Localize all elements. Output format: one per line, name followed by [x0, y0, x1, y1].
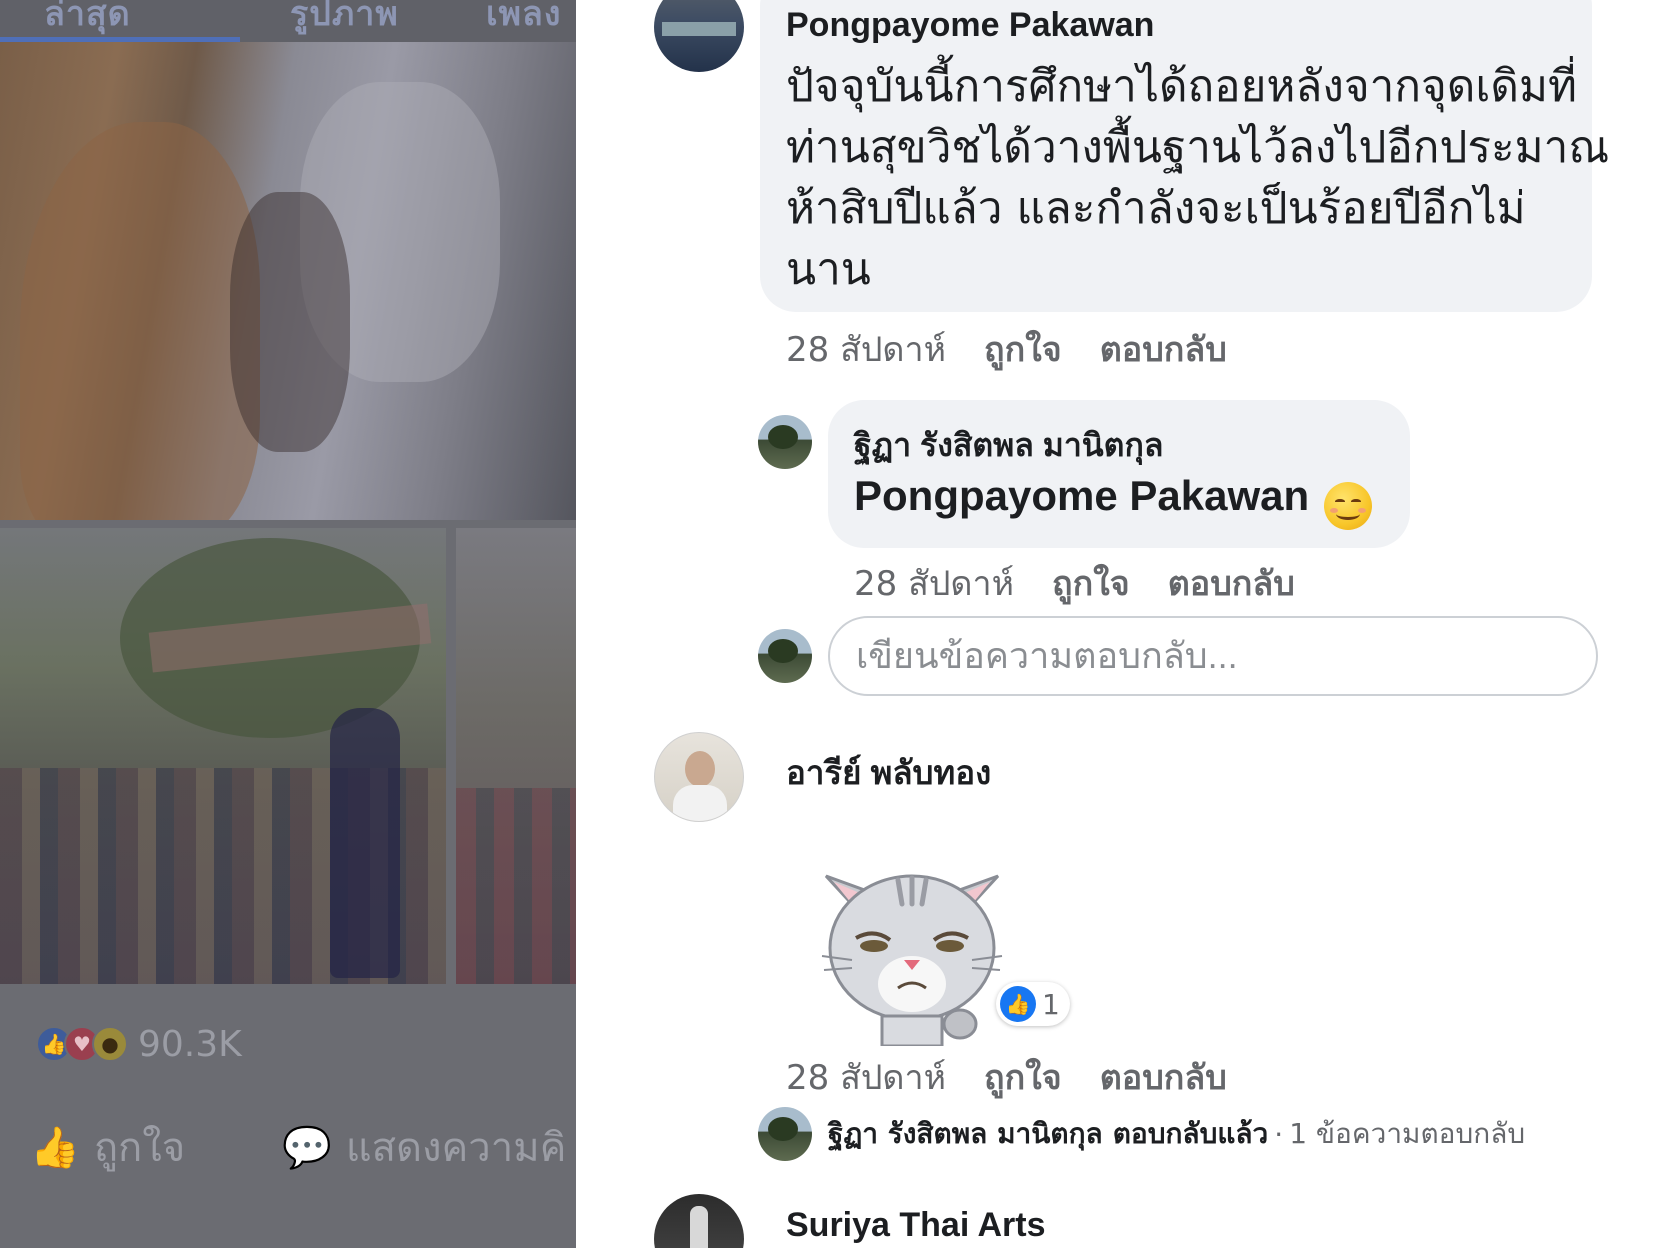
comment-button[interactable]: 💬 แสดงความคิ — [282, 1115, 566, 1179]
comment-timestamp[interactable]: 28 สัปดาห์ — [786, 1050, 946, 1104]
avatar[interactable] — [758, 415, 812, 469]
comment-button-label: แสดงความคิ — [345, 1125, 567, 1171]
post-photo-side[interactable] — [456, 528, 576, 984]
comment-line: ปัจจุบันนี้การศึกษาได้ถอยหลังจากจุดเดิมท… — [786, 61, 1577, 112]
reply-meta: 28 สัปดาห์ ถูกใจ ตอบกลับ — [854, 556, 1295, 610]
wow-icon: ● — [92, 1026, 128, 1062]
comment-meta: 28 สัปดาห์ ถูกใจ ตอบกลับ — [786, 1050, 1227, 1104]
thumbs-up-icon: 👍 — [30, 1124, 80, 1171]
reply-count: 1 ข้อความตอบกลับ — [1289, 1117, 1526, 1150]
like-icon: 👍 — [1000, 986, 1036, 1022]
smiling-face-icon — [1324, 481, 1373, 530]
avatar[interactable] — [654, 732, 744, 822]
reaction-summary[interactable]: 👍 ♥ ● 90.3K — [36, 1023, 242, 1065]
post-media-panel: ล่าสุด รูปภาพ เพลง 👍 ♥ ● 90.3K 👍 ถูกใจ 💬… — [0, 0, 576, 1248]
like-button-label: ถูกใจ — [93, 1125, 186, 1171]
post-photo-crowd[interactable] — [0, 528, 446, 984]
view-replies-link[interactable]: ฐิฏา รังสิตพล มานิตกุล ตอบกลับแล้ว · 1 ข… — [758, 1107, 1525, 1161]
avatar — [758, 629, 812, 683]
comment-reply-button[interactable]: ตอบกลับ — [1100, 1050, 1227, 1104]
tab-latest[interactable]: ล่าสุด — [44, 0, 131, 40]
replier-name: ฐิฏา รังสิตพล มานิตกุล — [828, 1117, 1103, 1150]
comment-author[interactable]: Suriya Thai Arts — [786, 1206, 1045, 1245]
reply-timestamp[interactable]: 28 สัปดาห์ — [854, 556, 1014, 610]
comment-timestamp[interactable]: 28 สัปดาห์ — [786, 322, 946, 376]
tab-photos[interactable]: รูปภาพ — [290, 0, 399, 40]
comment-meta: 28 สัปดาห์ ถูกใจ ตอบกลับ — [786, 322, 1227, 376]
comment-body: ปัจจุบันนี้การศึกษาได้ถอยหลังจากจุดเดิมท… — [786, 56, 1609, 300]
comment-reaction-badge[interactable]: 👍 1 — [996, 982, 1070, 1026]
avatar[interactable] — [654, 0, 744, 72]
reply-reply-button[interactable]: ตอบกลับ — [1168, 556, 1295, 610]
reply-input[interactable] — [828, 616, 1598, 696]
like-button[interactable]: 👍 ถูกใจ — [30, 1115, 185, 1179]
mention-link[interactable]: Pongpayome Pakawan — [854, 472, 1309, 519]
media-tab-bar: ล่าสุด รูปภาพ เพลง — [0, 0, 576, 42]
comment-line: ท่านสุขวิชได้วางพื้นฐานไว้ลงไปอีกประมาณ — [786, 122, 1610, 173]
comment-reply-button[interactable]: ตอบกลับ — [1100, 322, 1227, 376]
comment-line: ห้าสิบปีแล้ว และกำลังจะเป็นร้อยปีอีกไม่ — [786, 183, 1526, 234]
replied-label: ตอบกลับแล้ว — [1112, 1117, 1269, 1150]
comment-like-button[interactable]: ถูกใจ — [984, 322, 1062, 376]
separator: · — [1274, 1117, 1284, 1151]
avatar — [758, 1107, 812, 1161]
reaction-count: 1 — [1042, 987, 1060, 1021]
comment-icon: 💬 — [282, 1124, 332, 1171]
reply-like-button[interactable]: ถูกใจ — [1052, 556, 1130, 610]
avatar[interactable] — [654, 1194, 744, 1248]
comment-author[interactable]: อารีย์ พลับทอง — [786, 746, 991, 799]
reaction-count: 90.3K — [138, 1023, 242, 1065]
tab-music[interactable]: เพลง — [486, 0, 561, 40]
comment-line: นาน — [786, 244, 871, 295]
post-photo-main[interactable] — [0, 42, 576, 520]
comment-like-button[interactable]: ถูกใจ — [984, 1050, 1062, 1104]
reply-body: Pongpayome Pakawan — [854, 472, 1373, 530]
reply-author[interactable]: ฐิฏา รังสิตพล มานิตกุล — [854, 420, 1163, 471]
comment-author[interactable]: Pongpayome Pakawan — [786, 6, 1154, 45]
grumpy-cat-sticker — [821, 874, 1003, 1046]
